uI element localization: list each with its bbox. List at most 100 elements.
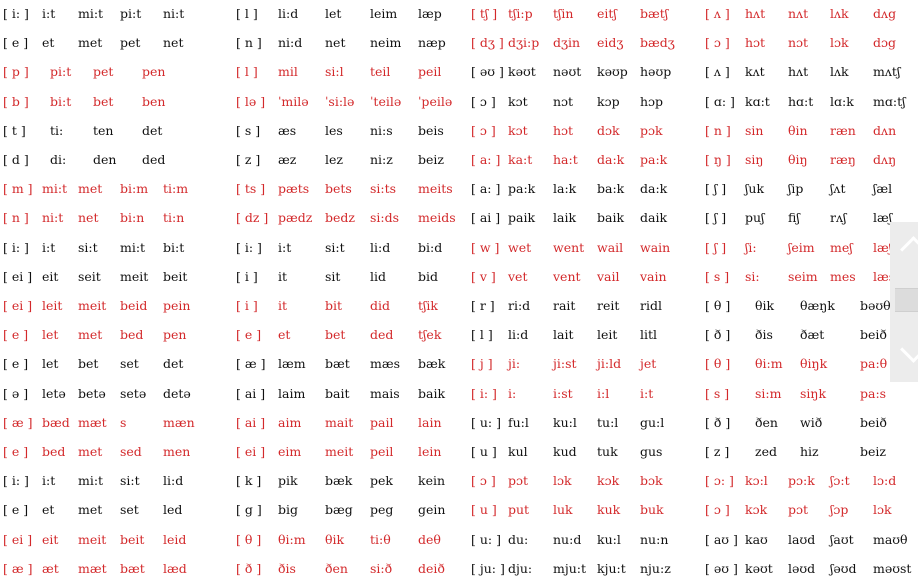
example-word: pa:θ — [860, 356, 888, 372]
example-word: bi:n — [120, 210, 145, 226]
example-word: lid — [370, 268, 386, 284]
example-word: æs — [278, 122, 297, 138]
example-word: wain — [640, 239, 671, 255]
chevron-down-icon[interactable] — [900, 336, 918, 363]
example-word: beið — [860, 327, 887, 343]
example-word: næp — [418, 35, 446, 51]
example-word: ha:t — [553, 152, 578, 167]
phoneme-symbol: [ n ] — [3, 210, 29, 226]
example-word: ded — [142, 152, 166, 167]
example-word: tʃi:p — [508, 6, 533, 21]
phoneme-symbol: [ ts ] — [236, 181, 266, 197]
example-word: mi:t — [42, 181, 68, 197]
example-word: la:k — [553, 181, 577, 197]
example-word: met — [78, 502, 103, 518]
example-word: siŋk — [800, 385, 827, 401]
example-word: ku:l — [553, 414, 577, 430]
phoneme-symbol: [ æ ] — [236, 356, 266, 372]
example-word: big — [278, 502, 299, 518]
example-word: laʊd — [788, 531, 816, 547]
example-word: hʌt — [745, 6, 766, 21]
example-word: sit — [325, 268, 341, 284]
phoneme-symbol: [ u ] — [471, 444, 497, 459]
example-word: dʒi:p — [508, 35, 540, 51]
example-word: ʃæl — [873, 181, 893, 197]
scroll-widget[interactable] — [890, 222, 918, 382]
phoneme-symbol: [ ai ] — [236, 385, 266, 401]
example-word: bit — [325, 298, 343, 313]
phoneme-symbol: [ b ] — [3, 93, 29, 109]
example-word: si: — [745, 268, 760, 284]
example-word: kəʊt — [508, 64, 536, 80]
example-word: ba:k — [597, 181, 625, 197]
example-word: baik — [418, 385, 446, 401]
example-word: pɔ:k — [788, 473, 815, 489]
example-word: i:t — [42, 6, 56, 21]
example-word: sed — [120, 444, 142, 459]
example-word: ridl — [640, 298, 662, 313]
phoneme-symbol: [ j ] — [471, 356, 493, 372]
example-word: pet — [93, 64, 114, 80]
phoneme-symbol: [ dʒ ] — [471, 35, 504, 51]
example-word: buk — [640, 502, 664, 518]
example-word: si:t — [325, 239, 345, 255]
example-word: daik — [640, 210, 668, 226]
chevron-up-icon[interactable] — [900, 236, 918, 263]
example-word: lɔ:d — [873, 473, 897, 489]
phoneme-symbol: [ n ] — [236, 35, 262, 51]
example-word: detə — [163, 385, 191, 401]
example-word: nu:d — [553, 531, 582, 547]
example-word: pik — [278, 473, 298, 489]
scroll-thumb[interactable] — [895, 288, 918, 312]
phoneme-symbol: [ ʃ ] — [705, 181, 727, 197]
phoneme-symbol: [ dz ] — [236, 210, 269, 226]
example-word: θi:m — [278, 531, 306, 547]
example-word: leit — [597, 327, 618, 343]
example-word: went — [553, 239, 585, 255]
example-word: pi:t — [120, 6, 142, 21]
example-word: hʌt — [788, 64, 809, 80]
example-word: beiz — [418, 152, 444, 167]
phoneme-symbol: [ ei ] — [236, 444, 266, 459]
example-word: bid — [418, 268, 439, 284]
example-word: ji:ld — [597, 356, 622, 372]
phoneme-symbol: [ z ] — [705, 444, 730, 459]
phoneme-symbol: [ θ ] — [236, 531, 262, 547]
example-word: luk — [553, 502, 573, 518]
phoneme-symbol: [ d ] — [3, 152, 29, 167]
example-word: gus — [640, 444, 663, 459]
example-word: ðen — [755, 414, 778, 430]
example-word: bæk — [325, 473, 353, 489]
example-word: ləʊd — [788, 560, 816, 576]
example-word: bæt — [120, 560, 145, 576]
example-word: pɔk — [640, 122, 663, 138]
example-word: lɔk — [553, 473, 572, 489]
example-word: reit — [597, 298, 620, 313]
example-word: set — [120, 502, 139, 518]
phoneme-symbol: [ m ] — [3, 181, 33, 197]
example-word: gein — [418, 502, 446, 518]
phoneme-symbol: [ ʌ ] — [705, 64, 730, 80]
example-word: pail — [370, 414, 394, 430]
example-word: ka:t — [508, 152, 533, 167]
example-word: li:d — [163, 473, 184, 489]
example-word: həʊp — [640, 64, 672, 80]
phoneme-symbol: [ l ] — [236, 6, 258, 21]
example-word: rʌʃ — [830, 210, 847, 226]
example-word: ˈpeilə — [418, 93, 453, 109]
phoneme-symbol: [ r ] — [471, 298, 495, 313]
example-word: ded — [370, 327, 394, 343]
example-word: met — [78, 444, 103, 459]
example-word: ʃip — [788, 181, 804, 197]
example-word: mil — [278, 64, 298, 80]
example-word: bet — [93, 93, 114, 109]
example-word: neim — [370, 35, 402, 51]
phoneme-symbol: [ k ] — [236, 473, 262, 489]
example-word: put — [508, 502, 530, 518]
phoneme-symbol: [ i ] — [236, 268, 258, 284]
phoneme-symbol: [ ð ] — [705, 327, 731, 343]
example-word: ˈsi:lə — [325, 93, 355, 109]
example-word: lain — [418, 414, 442, 430]
example-word: sin — [745, 122, 764, 138]
example-word: seit — [78, 268, 101, 284]
